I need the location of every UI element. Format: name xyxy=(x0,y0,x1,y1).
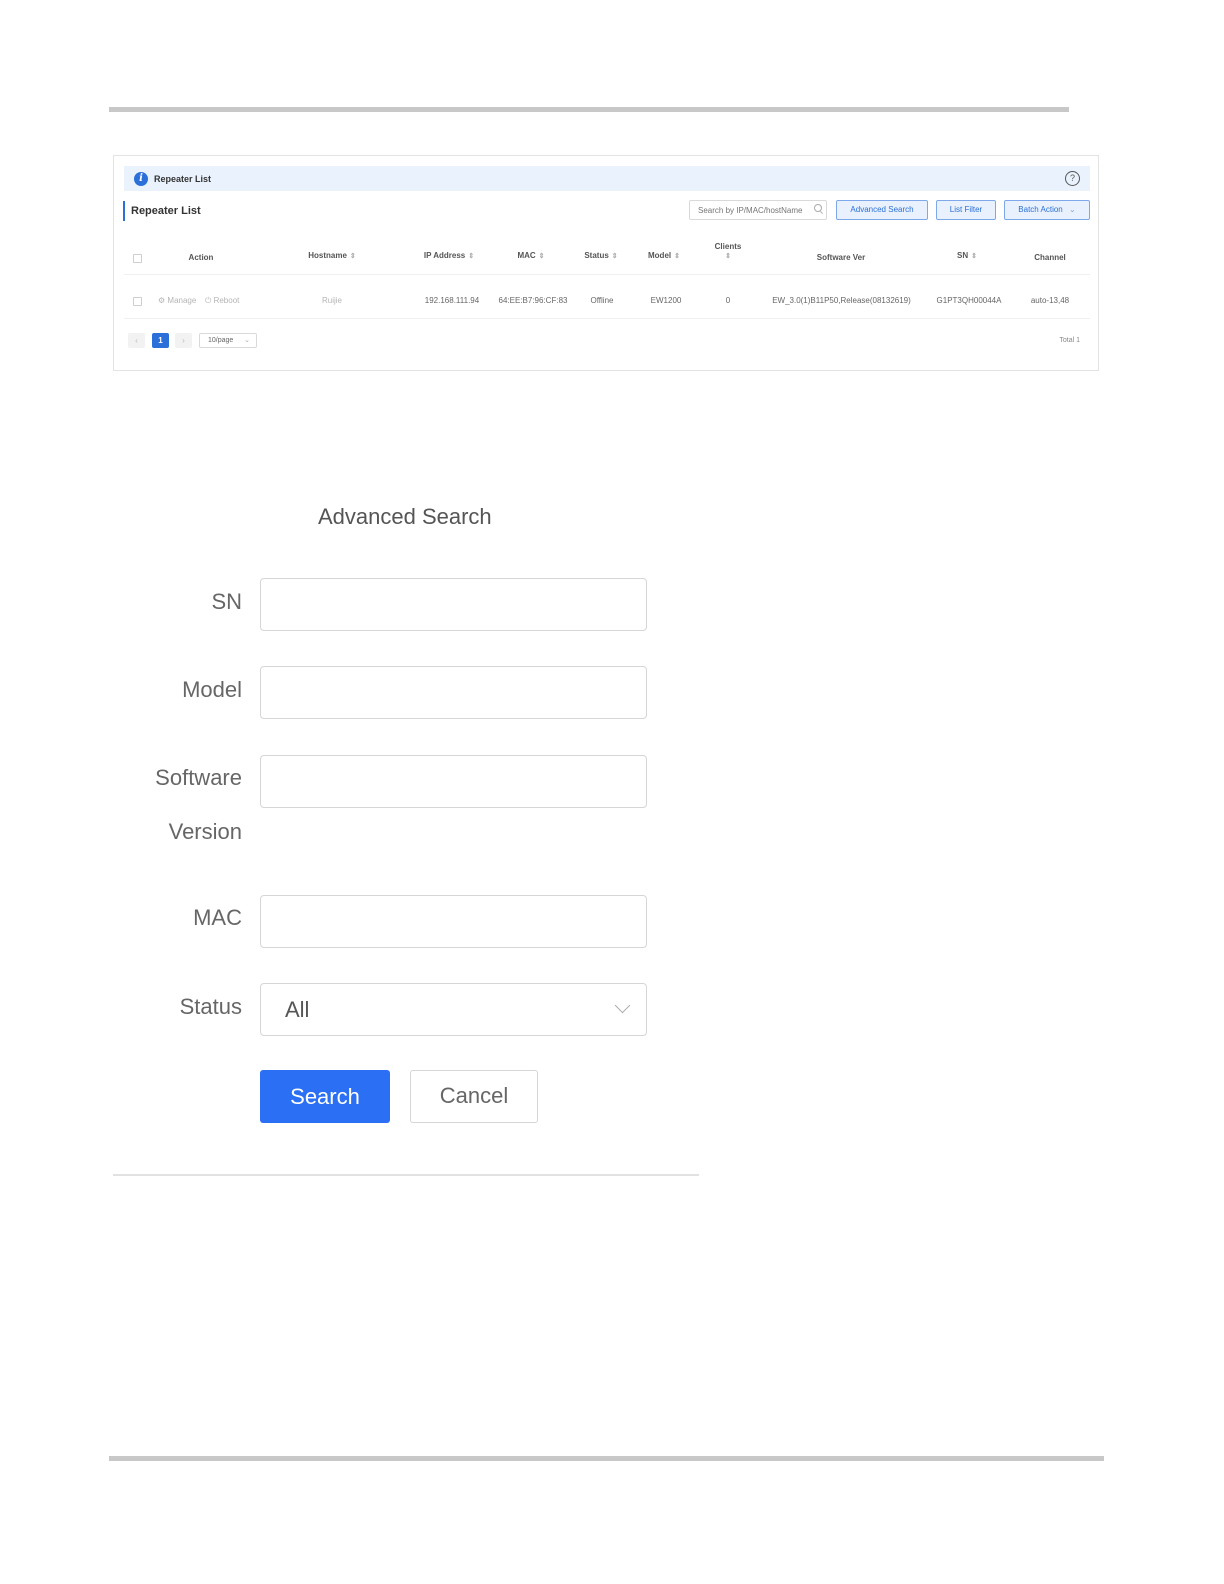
reboot-label: Reboot xyxy=(213,296,240,305)
manage-link[interactable]: ⚙ Manage xyxy=(158,296,196,305)
search-input[interactable] xyxy=(689,200,827,220)
total-count: Total 1 xyxy=(1059,337,1080,344)
column-clients-label: Clients xyxy=(714,242,742,251)
info-icon: i xyxy=(134,171,148,186)
select-all-checkbox[interactable] xyxy=(133,254,142,263)
column-model-label: Model xyxy=(648,251,672,260)
column-ip-label: IP Address xyxy=(423,251,466,260)
chevron-down-icon: ⌄ xyxy=(244,337,250,344)
search-icon[interactable] xyxy=(814,204,822,212)
top-divider xyxy=(109,107,1069,112)
cell-hostname: Ruijie xyxy=(321,296,342,305)
cell-ip: 192.168.111.94 xyxy=(424,296,480,305)
mac-input[interactable] xyxy=(260,895,647,948)
cell-status: Offline xyxy=(590,296,614,305)
column-status-label: Status xyxy=(584,251,609,260)
page-size-select[interactable]: 10/page ⌄ xyxy=(199,333,257,348)
repeater-list-panel: i Repeater List ? Repeater List Advanced… xyxy=(113,155,1099,371)
sort-icon: ⇕ xyxy=(971,253,977,260)
software-version-input[interactable] xyxy=(260,755,647,808)
search-button[interactable]: Search xyxy=(260,1070,390,1123)
header-divider xyxy=(124,274,1090,275)
cell-model: EW1200 xyxy=(650,296,682,305)
sort-icon: ⇕ xyxy=(468,253,475,260)
column-mac-label: MAC xyxy=(517,251,536,260)
column-channel: Channel xyxy=(1034,253,1066,262)
sn-input[interactable] xyxy=(260,578,647,631)
column-mac[interactable]: MAC ⇕ xyxy=(496,251,566,260)
column-hostname[interactable]: Hostname ⇕ xyxy=(292,251,372,260)
sort-icon: ⇕ xyxy=(538,253,545,260)
cell-channel: auto-13,48 xyxy=(1030,296,1070,305)
chevron-down-icon: ⌄ xyxy=(1069,205,1076,214)
chevron-down-icon xyxy=(614,997,631,1014)
sort-icon: ⇕ xyxy=(674,253,680,260)
model-label: Model xyxy=(182,677,242,702)
form-divider xyxy=(113,1174,699,1176)
software-label-line2: Version xyxy=(168,819,242,844)
sort-icon: ⇕ xyxy=(611,253,618,260)
status-select-value: All xyxy=(285,997,310,1022)
list-filter-button[interactable]: List Filter xyxy=(936,200,996,220)
batch-action-label: Batch Action xyxy=(1018,205,1063,214)
help-icon[interactable]: ? xyxy=(1065,171,1080,186)
cell-mac: 64:EE:B7:96:CF:83 xyxy=(498,296,568,305)
column-software: Software Ver xyxy=(816,253,866,262)
row-divider xyxy=(124,318,1090,319)
manage-label: Manage xyxy=(167,296,197,305)
advanced-search-button[interactable]: Advanced Search xyxy=(836,200,928,220)
software-label-line1: Software xyxy=(155,765,242,790)
mac-label: MAC xyxy=(193,905,242,930)
cell-sn: G1PT3QH00044A xyxy=(936,296,1002,305)
row-checkbox[interactable] xyxy=(133,297,142,306)
batch-action-button[interactable]: Batch Action ⌄ xyxy=(1004,200,1090,220)
column-sn-label: SN xyxy=(957,251,969,260)
column-sn[interactable]: SN ⇕ xyxy=(934,251,1000,260)
model-input[interactable] xyxy=(260,666,647,719)
sort-icon: ⇕ xyxy=(725,253,731,260)
software-version-label-line2: Version xyxy=(82,819,242,845)
next-page-button[interactable]: › xyxy=(175,333,192,348)
column-hostname-label: Hostname xyxy=(308,251,347,260)
column-clients[interactable]: Clients ⇕ xyxy=(703,242,753,260)
column-status[interactable]: Status ⇕ xyxy=(566,251,636,260)
cancel-button[interactable]: Cancel xyxy=(410,1070,538,1123)
reboot-link[interactable]: ⏻ Reboot xyxy=(205,296,239,306)
cell-clients: 0 xyxy=(725,296,731,305)
cell-software: EW_3.0(1)B11P50,Release(08132619) xyxy=(772,296,911,305)
page-number-button[interactable]: 1 xyxy=(152,333,169,348)
power-icon: ⏻ xyxy=(205,296,212,305)
bottom-divider xyxy=(109,1456,1104,1461)
info-title: Repeater List xyxy=(154,173,212,184)
sn-label: SN xyxy=(211,589,242,614)
status-label: Status xyxy=(179,994,242,1019)
sort-icon: ⇕ xyxy=(349,253,356,260)
page-size-value: 10/page xyxy=(208,337,234,344)
software-version-label: Software xyxy=(82,765,242,791)
gear-icon: ⚙ xyxy=(158,296,166,305)
list-title: Repeater List xyxy=(123,201,201,221)
column-model[interactable]: Model ⇕ xyxy=(631,251,697,260)
column-action: Action xyxy=(188,253,214,262)
advanced-search-title: Advanced Search xyxy=(318,504,492,529)
info-bar: i Repeater List ? xyxy=(124,166,1090,191)
column-ip[interactable]: IP Address ⇕ xyxy=(409,251,489,260)
status-select[interactable]: All xyxy=(260,983,647,1036)
prev-page-button[interactable]: ‹ xyxy=(128,333,145,348)
